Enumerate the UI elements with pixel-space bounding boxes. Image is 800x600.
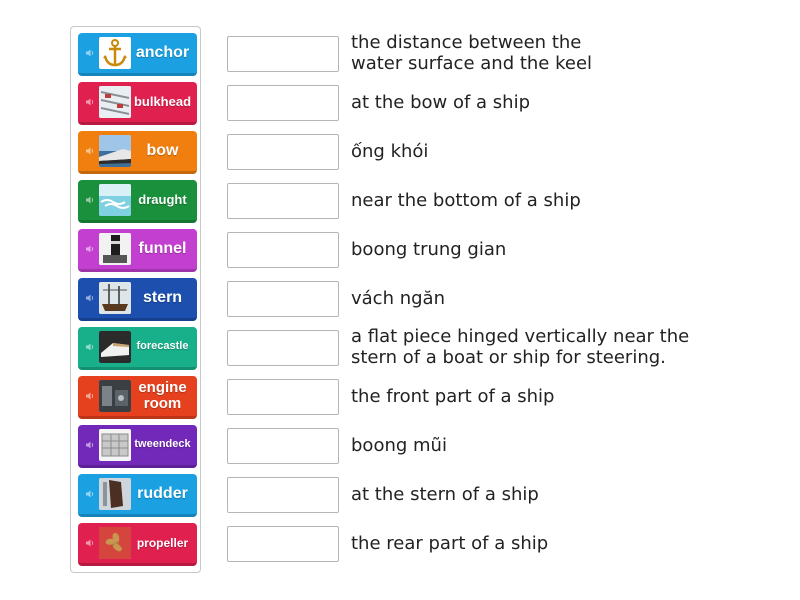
definition-text: a flat piece hinged vertically near the … xyxy=(351,326,690,368)
tile-stern[interactable]: stern xyxy=(78,278,197,321)
definition-text: at the stern of a ship xyxy=(351,484,539,505)
drop-box[interactable] xyxy=(227,36,339,72)
tile-label: stern xyxy=(142,288,183,306)
tile-label: anchor xyxy=(135,43,190,61)
tile-label: engine room xyxy=(138,379,187,412)
tile-label: funnel xyxy=(138,239,187,257)
speaker-icon[interactable] xyxy=(83,342,97,352)
drop-box[interactable] xyxy=(227,134,339,170)
speaker-icon[interactable] xyxy=(83,391,97,401)
speaker-icon[interactable] xyxy=(83,489,97,499)
drop-box[interactable] xyxy=(227,330,339,366)
propeller-photo xyxy=(99,527,131,559)
tile-anchor[interactable]: anchor xyxy=(78,33,197,76)
anchor-icon xyxy=(99,37,131,69)
definition-text: boong trung gian xyxy=(351,239,507,260)
tile-label: tweendeck xyxy=(134,438,191,451)
drop-box[interactable] xyxy=(227,85,339,121)
tile-funnel[interactable]: funnel xyxy=(78,229,197,272)
tile-draught[interactable]: draught xyxy=(78,180,197,223)
tile-label: propeller xyxy=(136,535,189,550)
tile-panel: anchor bulkhead bow draught funnel stern… xyxy=(70,26,201,573)
definition-text: at the bow of a ship xyxy=(351,92,530,113)
funnel-photo xyxy=(99,233,131,265)
drop-box[interactable] xyxy=(227,526,339,562)
tile-label: bow xyxy=(146,141,179,159)
definition-text: the distance between the water surface a… xyxy=(351,32,593,74)
speaker-icon[interactable] xyxy=(83,146,97,156)
drop-box[interactable] xyxy=(227,477,339,513)
definition-text: ống khói xyxy=(351,141,429,162)
tile-engine-room[interactable]: engine room xyxy=(78,376,197,419)
bulkhead-photo xyxy=(99,86,131,118)
tile-label: bulkhead xyxy=(133,94,192,110)
speaker-icon[interactable] xyxy=(83,440,97,450)
definition-text: boong mũi xyxy=(351,435,447,456)
speaker-icon[interactable] xyxy=(83,48,97,58)
tile-label: rudder xyxy=(137,484,188,502)
definition-text: near the bottom of a ship xyxy=(351,190,581,211)
definition-text: the rear part of a ship xyxy=(351,533,549,554)
tile-label: draught xyxy=(138,192,187,208)
tile-tweendeck[interactable]: tweendeck xyxy=(78,425,197,468)
tile-rudder[interactable]: rudder xyxy=(78,474,197,517)
tile-label: forecastle xyxy=(136,340,189,353)
stern-photo xyxy=(99,282,131,314)
tile-bow[interactable]: bow xyxy=(78,131,197,174)
speaker-icon[interactable] xyxy=(83,538,97,548)
tile-bulkhead[interactable]: bulkhead xyxy=(78,82,197,125)
drop-box[interactable] xyxy=(227,428,339,464)
speaker-icon[interactable] xyxy=(83,293,97,303)
rudder-photo xyxy=(99,478,131,510)
definition-text: the front part of a ship xyxy=(351,386,555,407)
forecastle-photo xyxy=(99,331,131,363)
speaker-icon[interactable] xyxy=(83,244,97,254)
drop-box[interactable] xyxy=(227,379,339,415)
tweendeck-photo xyxy=(99,429,131,461)
bow-photo xyxy=(99,135,131,167)
tile-forecastle[interactable]: forecastle xyxy=(78,327,197,370)
speaker-icon[interactable] xyxy=(83,195,97,205)
drop-box[interactable] xyxy=(227,281,339,317)
tile-propeller[interactable]: propeller xyxy=(78,523,197,566)
speaker-icon[interactable] xyxy=(83,97,97,107)
definition-text: vách ngăn xyxy=(351,288,445,309)
drop-box[interactable] xyxy=(227,183,339,219)
engine-room-photo xyxy=(99,380,131,412)
match-up-activity: anchor bulkhead bow draught funnel stern… xyxy=(0,0,800,600)
drop-box[interactable] xyxy=(227,232,339,268)
draught-photo xyxy=(99,184,131,216)
